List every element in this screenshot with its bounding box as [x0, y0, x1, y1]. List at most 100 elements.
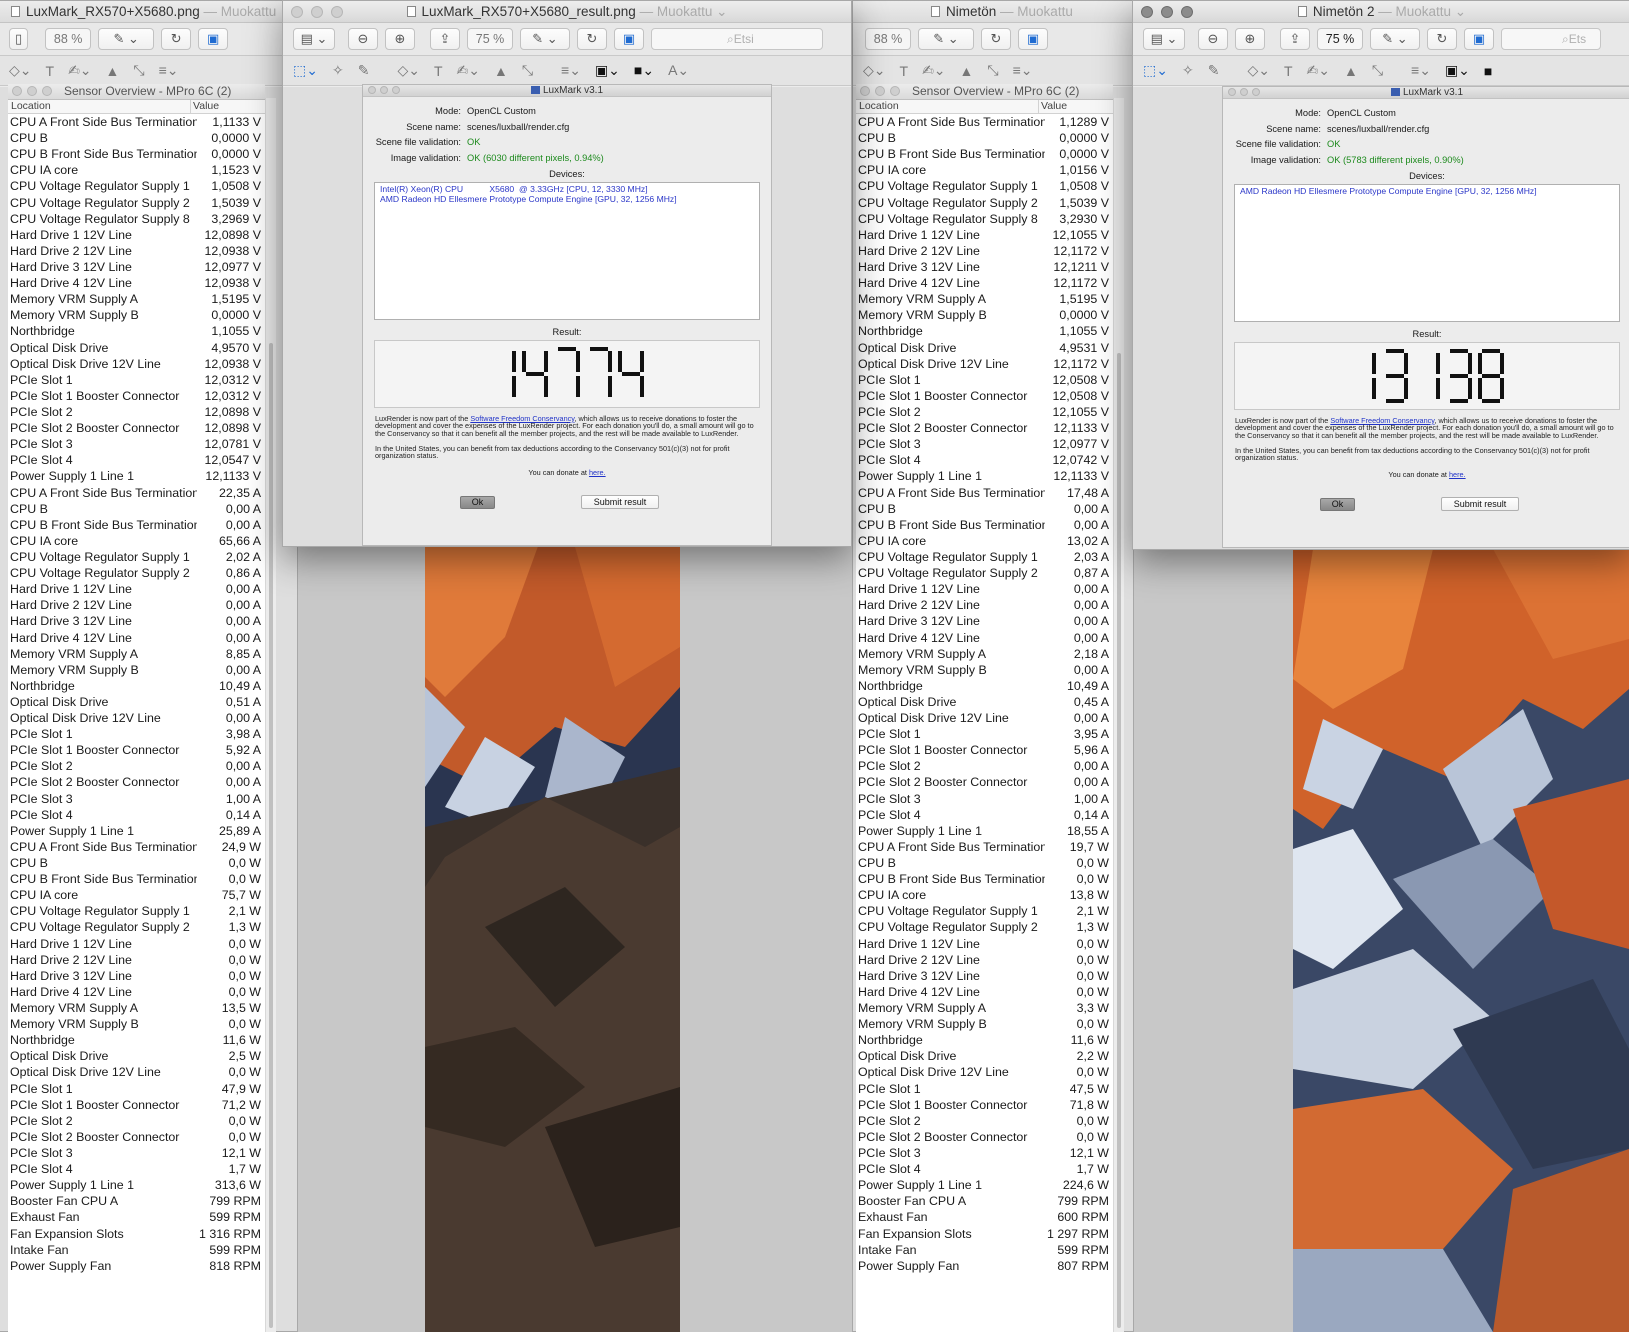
sensor-row[interactable]: CPU IA core 75,7 W	[8, 887, 265, 903]
sensor-row[interactable]: PCIe Slot 3 12,1 W	[856, 1145, 1113, 1161]
instant-alpha-icon[interactable]: ✧	[332, 62, 344, 79]
sensor-row[interactable]: Optical Disk Drive 12V Line 0,0 W	[856, 1064, 1113, 1080]
sensor-row[interactable]: Hard Drive 3 12V Line 0,0 W	[8, 968, 265, 984]
title-bar[interactable]: LuxMark_RX570+X5680.png — Muokattu	[0, 1, 297, 23]
sensor-row[interactable]: PCIe Slot 4 12,0742 V	[856, 452, 1113, 468]
sensor-row[interactable]: Hard Drive 2 12V Line 12,0938 V	[8, 243, 265, 259]
minimize-icon[interactable]	[1240, 88, 1248, 96]
sensor-row[interactable]: Memory VRM Supply B 0,0000 V	[856, 307, 1113, 323]
sensor-row[interactable]: CPU Voltage Regulator Supply 1 2,1 W	[8, 903, 265, 919]
sensor-row[interactable]: CPU A Front Side Bus Termination 22,35 A	[8, 485, 265, 501]
text-icon[interactable]: T	[1284, 63, 1293, 79]
sensor-row[interactable]: Optical Disk Drive 2,5 W	[8, 1048, 265, 1064]
sensor-row[interactable]: Hard Drive 1 12V Line 12,1055 V	[856, 227, 1113, 243]
sensor-row[interactable]: CPU A Front Side Bus Termination 1,1133 V	[8, 114, 265, 130]
sensor-row[interactable]: CPU A Front Side Bus Termination 19,7 W	[856, 839, 1113, 855]
sensor-row[interactable]: Northbridge 10,49 A	[8, 678, 265, 694]
toolbox-icon[interactable]: ▣	[614, 28, 644, 50]
lines-icon[interactable]: ≡⌄	[1013, 62, 1033, 79]
sensor-row[interactable]: Memory VRM Supply A 1,5195 V	[856, 291, 1113, 307]
toolbox-icon[interactable]: ▣	[1464, 28, 1494, 50]
zoom-icon[interactable]	[331, 6, 343, 18]
sensor-row[interactable]: CPU Voltage Regulator Supply 8 3,2969 V	[8, 211, 265, 227]
sensor-row[interactable]: Hard Drive 2 12V Line 0,00 A	[856, 597, 1113, 613]
sign-icon[interactable]: ✍⌄	[457, 62, 480, 79]
instant-alpha-icon[interactable]: ✧	[1182, 62, 1194, 79]
sensor-row[interactable]: PCIe Slot 1 Booster Connector 5,96 A	[856, 742, 1113, 758]
sensor-row[interactable]: PCIe Slot 1 Booster Connector 12,0312 V	[8, 388, 265, 404]
sensor-row[interactable]: CPU Voltage Regulator Supply 8 3,2930 V	[856, 211, 1113, 227]
sensor-row[interactable]: CPU B 0,00 A	[856, 501, 1113, 517]
sensor-row[interactable]: Memory VRM Supply A 8,85 A	[8, 646, 265, 662]
zoom-field[interactable]: 75 %	[467, 28, 513, 50]
sensor-row[interactable]: Power Supply 1 Line 1 224,6 W	[856, 1177, 1113, 1193]
sensor-row[interactable]: Booster Fan CPU A 799 RPM	[856, 1193, 1113, 1209]
close-icon[interactable]	[368, 86, 376, 94]
column-value[interactable]: Value	[191, 100, 219, 113]
sensor-row[interactable]: PCIe Slot 4 1,7 W	[856, 1161, 1113, 1177]
sensor-row[interactable]: Power Supply Fan 807 RPM	[856, 1258, 1113, 1274]
sensor-row[interactable]: Hard Drive 4 12V Line 0,00 A	[856, 630, 1113, 646]
sensor-row[interactable]: CPU B 0,00 A	[8, 501, 265, 517]
shape-icon[interactable]: ◇⌄	[397, 62, 420, 79]
border-color-icon[interactable]: ▣⌄	[595, 62, 620, 79]
sensor-row[interactable]: Optical Disk Drive 4,9570 V	[8, 340, 265, 356]
sensor-row[interactable]: PCIe Slot 4 0,14 A	[856, 807, 1113, 823]
sensor-row[interactable]: CPU B 0,0 W	[856, 855, 1113, 871]
sensor-row[interactable]: CPU B Front Side Bus Termination 0,0 W	[856, 871, 1113, 887]
sensor-row[interactable]: CPU B Front Side Bus Termination 0,0 W	[8, 871, 265, 887]
sensor-row[interactable]: Northbridge 11,6 W	[8, 1032, 265, 1048]
sensor-row[interactable]: PCIe Slot 3 12,0781 V	[8, 436, 265, 452]
zoom-icon[interactable]	[392, 86, 400, 94]
sensor-row[interactable]: Power Supply 1 Line 1 18,55 A	[856, 823, 1113, 839]
minimize-icon[interactable]	[1161, 6, 1173, 18]
adjust-color-icon[interactable]: ▲	[960, 63, 974, 79]
sensor-row[interactable]: Optical Disk Drive 12V Line 0,00 A	[8, 710, 265, 726]
sensor-row[interactable]: Power Supply 1 Line 1 313,6 W	[8, 1177, 265, 1193]
sensor-row[interactable]: Power Supply 1 Line 1 12,1133 V	[856, 468, 1113, 484]
sketch-icon[interactable]: ✎	[358, 62, 370, 79]
sensor-row[interactable]: Hard Drive 4 12V Line 0,0 W	[856, 984, 1113, 1000]
sensor-row[interactable]: PCIe Slot 2 Booster Connector 0,0 W	[856, 1129, 1113, 1145]
fill-color-icon[interactable]: ■⌄	[634, 62, 654, 79]
sensor-row[interactable]: Hard Drive 3 12V Line 0,00 A	[856, 613, 1113, 629]
title-bar[interactable]: LuxMark_RX570+X5680_result.png — Muokatt…	[283, 1, 851, 23]
sensor-row[interactable]: PCIe Slot 4 1,7 W	[8, 1161, 265, 1177]
sensor-row[interactable]: Intake Fan 599 RPM	[8, 1242, 265, 1258]
sensor-row[interactable]: CPU B 0,0000 V	[856, 130, 1113, 146]
sensor-row[interactable]: PCIe Slot 2 Booster Connector 0,00 A	[8, 774, 265, 790]
sensor-row[interactable]: PCIe Slot 3 1,00 A	[856, 791, 1113, 807]
sensor-row[interactable]: PCIe Slot 3 1,00 A	[8, 791, 265, 807]
rotate-icon[interactable]: ↻	[161, 28, 192, 50]
sensor-row[interactable]: PCIe Slot 2 Booster Connector 0,00 A	[856, 774, 1113, 790]
sensor-row[interactable]: Hard Drive 4 12V Line 12,0938 V	[8, 275, 265, 291]
toolbox-icon[interactable]: ▣	[1018, 28, 1048, 50]
sensor-row[interactable]: Northbridge 1,1055 V	[8, 323, 265, 339]
sensor-row[interactable]: CPU IA core 13,02 A	[856, 533, 1113, 549]
rect-select-icon[interactable]: ⬚⌄	[293, 62, 318, 79]
sensor-row[interactable]: PCIe Slot 2 12,1055 V	[856, 404, 1113, 420]
sensor-row[interactable]: Power Supply 1 Line 1 25,89 A	[8, 823, 265, 839]
zoom-in-icon[interactable]: ⊕	[1235, 28, 1265, 50]
sensor-row[interactable]: Hard Drive 2 12V Line 12,1172 V	[856, 243, 1113, 259]
sensor-row[interactable]: CPU Voltage Regulator Supply 2 1,3 W	[856, 919, 1113, 935]
submit-result-button[interactable]: Submit result	[1441, 497, 1519, 511]
sensor-row[interactable]: Optical Disk Drive 12V Line 12,0938 V	[8, 356, 265, 372]
sensor-row[interactable]: Optical Disk Drive 12V Line 12,1172 V	[856, 356, 1113, 372]
scrollbar-thumb[interactable]	[269, 343, 273, 1328]
zoom-icon[interactable]	[1181, 6, 1193, 18]
border-color-icon[interactable]: ▣⌄	[1445, 62, 1470, 79]
sign-icon[interactable]: ✍⌄	[68, 62, 91, 79]
sensor-row[interactable]: CPU B 0,0 W	[8, 855, 265, 871]
sensor-row[interactable]: PCIe Slot 2 0,00 A	[8, 758, 265, 774]
sensor-title-bar[interactable]: Sensor Overview - MPro 6C (2)	[856, 84, 1113, 100]
sensor-row[interactable]: Hard Drive 4 12V Line 0,00 A	[8, 630, 265, 646]
luxmark-title-bar[interactable]: LuxMark v3.1	[1223, 87, 1629, 99]
sensor-row[interactable]: CPU B Front Side Bus Termination 0,00 A	[8, 517, 265, 533]
sensor-row[interactable]: CPU Voltage Regulator Supply 1 2,03 A	[856, 549, 1113, 565]
sensor-row[interactable]: Hard Drive 4 12V Line 12,1172 V	[856, 275, 1113, 291]
sensor-row[interactable]: PCIe Slot 4 12,0547 V	[8, 452, 265, 468]
donate-link[interactable]: here.	[1449, 470, 1466, 479]
sensor-row[interactable]: CPU IA core 1,1523 V	[8, 162, 265, 178]
sensor-row[interactable]: Northbridge 11,6 W	[856, 1032, 1113, 1048]
